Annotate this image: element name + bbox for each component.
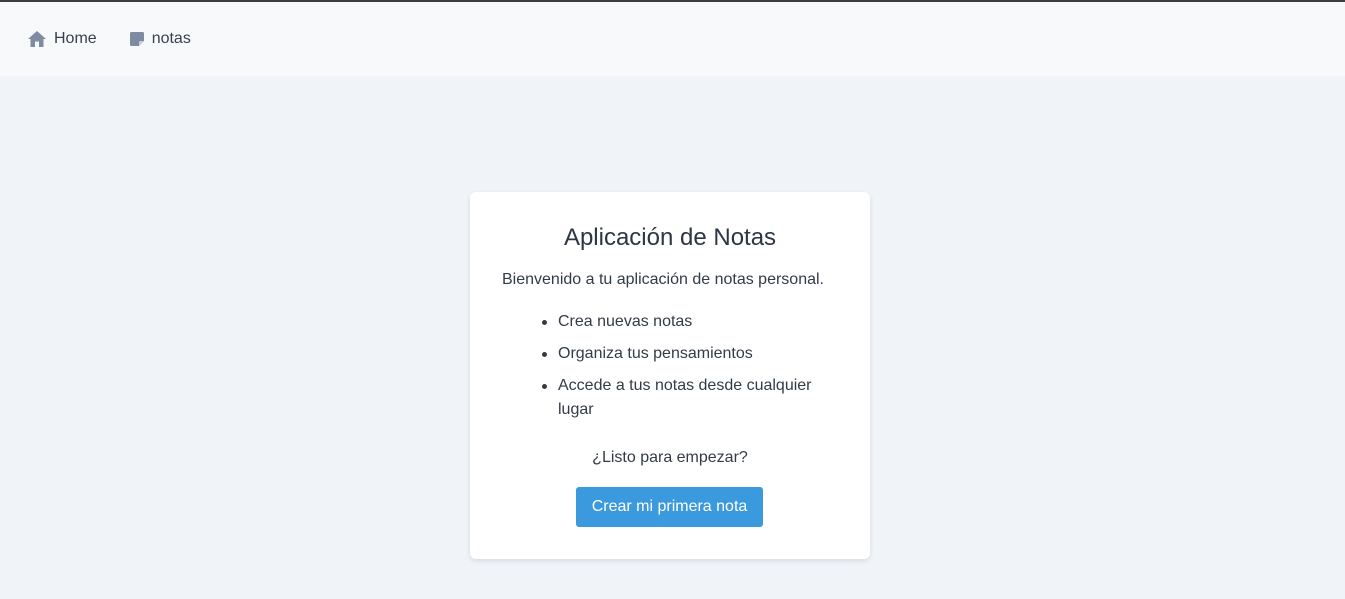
nav-link-home[interactable]: Home — [27, 29, 97, 49]
ready-prompt: ¿Listo para empezar? — [592, 449, 748, 466]
create-first-note-button[interactable]: Crear mi primera nota — [576, 487, 763, 527]
top-navbar: Home notas — [0, 2, 1345, 76]
list-item: Organiza tus pensamientos — [542, 342, 838, 366]
nav-link-home-label: Home — [54, 30, 97, 47]
home-icon — [27, 29, 47, 49]
nav-link-notas-label: notas — [151, 30, 191, 47]
feature-list: Crea nuevas notas Organiza tus pensamien… — [542, 310, 838, 430]
welcome-text: Bienvenido a tu aplicación de notas pers… — [502, 271, 824, 288]
nav-link-notas[interactable]: notas — [129, 29, 191, 49]
note-icon — [129, 29, 145, 49]
welcome-card: Aplicación de Notas Bienvenido a tu apli… — [470, 192, 870, 559]
card-title: Aplicación de Notas — [563, 224, 777, 251]
list-item: Accede a tus notas desde cualquier lugar — [542, 374, 838, 422]
list-item: Crea nuevas notas — [542, 310, 838, 334]
